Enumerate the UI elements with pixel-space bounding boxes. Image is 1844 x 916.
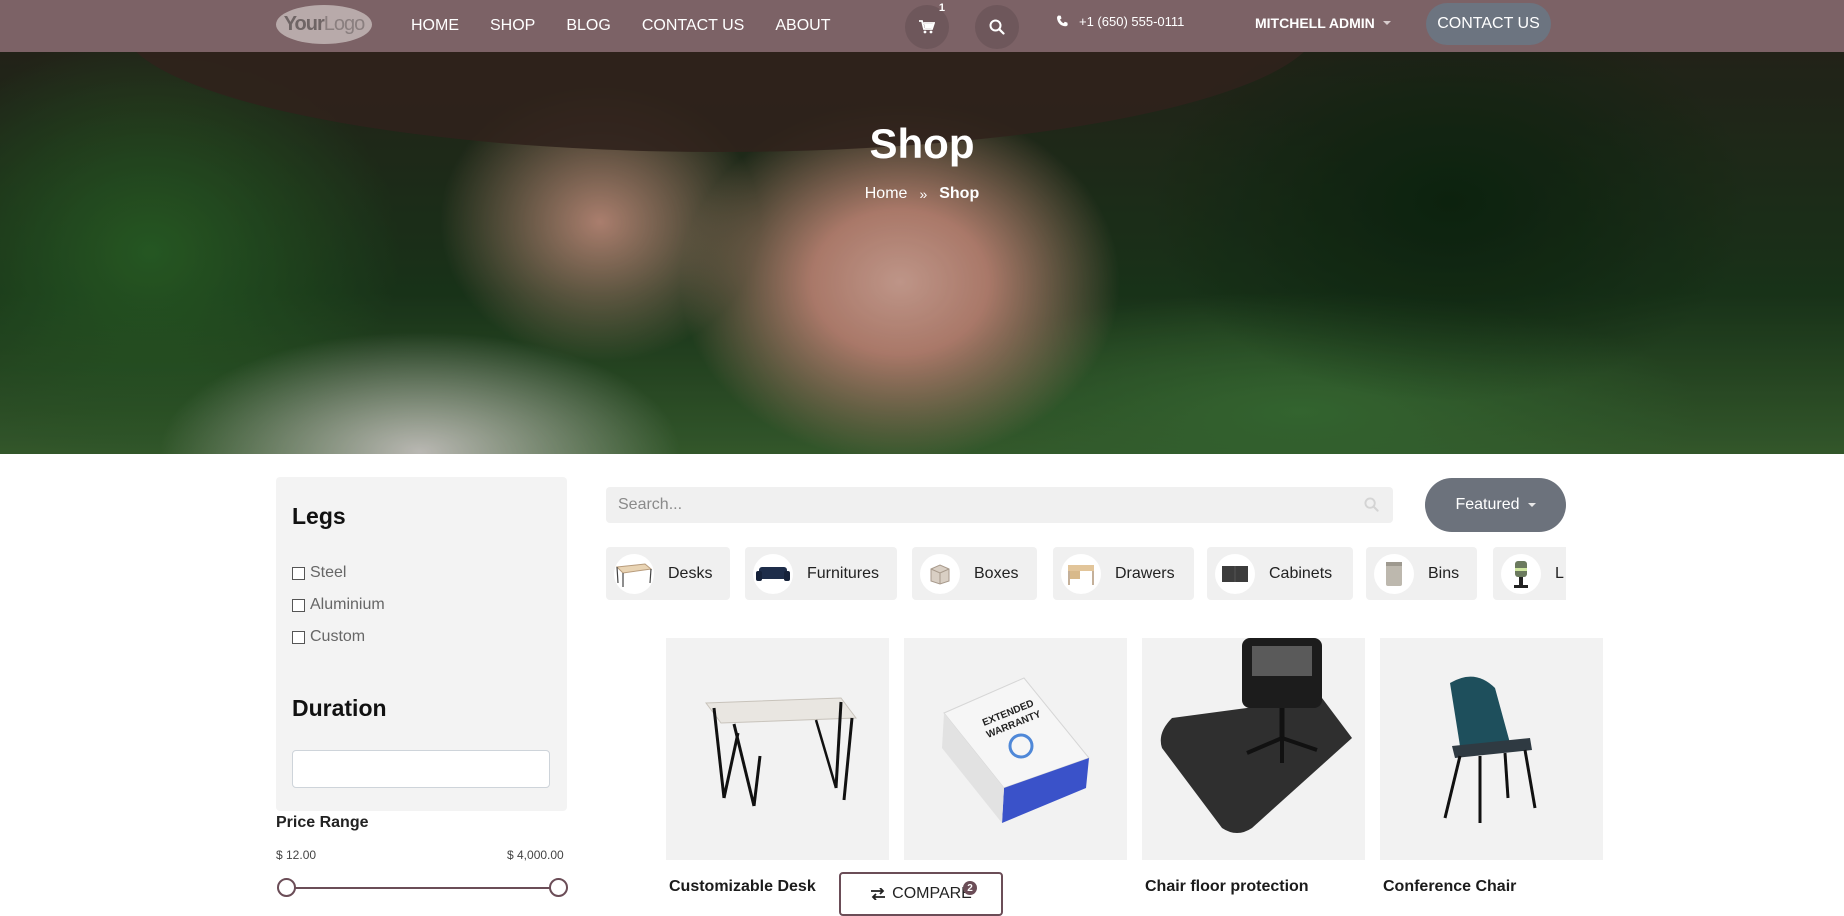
lamp-thumbnail-icon xyxy=(1501,553,1541,594)
product-name[interactable]: Conference Chair xyxy=(1383,878,1516,896)
nav-shop[interactable]: SHOP xyxy=(490,17,535,35)
sofa-thumbnail-icon xyxy=(753,553,793,594)
chevron-double-right-icon: » xyxy=(919,186,928,202)
checkbox[interactable] xyxy=(292,630,305,644)
nav-home[interactable]: HOME xyxy=(411,17,459,35)
category-carousel: Desks Furnitures Boxes Drawers Cabinets … xyxy=(606,547,1566,600)
chevron-down-icon xyxy=(1527,503,1536,507)
compare-count-badge: 2 xyxy=(963,881,977,895)
search-icon xyxy=(989,19,1005,35)
category-lamps[interactable]: L xyxy=(1493,547,1566,600)
box-thumbnail-icon xyxy=(920,553,960,594)
main-nav: HOME SHOP BLOG CONTACT US ABOUT xyxy=(411,0,830,52)
filter-legs-aluminium[interactable]: Aluminium xyxy=(292,596,385,614)
site-logo[interactable]: Your Logo xyxy=(276,5,372,44)
product-image-chair[interactable] xyxy=(1380,638,1603,860)
product-search-bar xyxy=(606,487,1393,523)
product-card[interactable]: Chair floor protection xyxy=(1142,638,1365,895)
breadcrumb: Home » Shop xyxy=(0,185,1844,203)
price-slider-max-handle[interactable] xyxy=(548,878,568,897)
checkbox[interactable] xyxy=(292,566,305,580)
product-name[interactable]: Chair floor protection xyxy=(1145,878,1309,896)
product-card[interactable]: Conference Chair xyxy=(1380,638,1603,895)
price-min-label: $ 12.00 xyxy=(276,848,317,862)
category-cabinets[interactable]: Cabinets xyxy=(1207,547,1353,600)
drawer-thumbnail-icon xyxy=(1061,553,1101,594)
category-drawers[interactable]: Drawers xyxy=(1053,547,1194,600)
compare-label: COMPARE xyxy=(892,885,972,902)
user-name: MITCHELL ADMIN xyxy=(1255,15,1375,31)
sort-dropdown[interactable]: Featured xyxy=(1425,478,1566,532)
price-range-slider[interactable] xyxy=(286,887,558,889)
contact-us-button[interactable]: CONTACT US xyxy=(1426,3,1551,45)
bin-thumbnail-icon xyxy=(1374,553,1414,594)
product-card[interactable]: Customizable Desk xyxy=(666,638,889,895)
cabinet-thumbnail-icon xyxy=(1215,553,1255,594)
cart-icon xyxy=(919,20,935,34)
cart-button[interactable]: 1 xyxy=(905,2,949,49)
phone-contact[interactable]: +1 (650) 555-0111 xyxy=(1056,14,1184,29)
phone-number: +1 (650) 555-0111 xyxy=(1079,14,1185,29)
nav-blog[interactable]: BLOG xyxy=(566,17,610,35)
filter-duration-title: Duration xyxy=(292,695,387,721)
price-max-label: $ 4,000.00 xyxy=(507,848,564,862)
category-furnitures[interactable]: Furnitures xyxy=(745,547,897,600)
page-title: Shop xyxy=(869,120,975,167)
price-range-title: Price Range xyxy=(276,814,369,831)
checkbox[interactable] xyxy=(292,598,305,612)
product-image-floor-mat[interactable] xyxy=(1142,638,1365,860)
user-menu-toggle[interactable]: MITCHELL ADMIN xyxy=(1255,15,1391,31)
exchange-arrows-icon xyxy=(871,888,886,900)
category-desks[interactable]: Desks xyxy=(606,547,730,600)
hero-banner: Shop Home » Shop xyxy=(0,52,1844,454)
product-image-desk[interactable] xyxy=(666,638,889,860)
compare-button[interactable]: COMPARE 2 xyxy=(839,872,1003,916)
search-toggle-button[interactable] xyxy=(975,5,1019,49)
duration-input[interactable] xyxy=(292,750,550,788)
price-slider-min-handle[interactable] xyxy=(276,878,296,897)
search-icon[interactable] xyxy=(1364,497,1379,512)
product-name[interactable]: Customizable Desk xyxy=(669,878,816,896)
category-boxes[interactable]: Boxes xyxy=(912,547,1037,600)
filter-legs-steel[interactable]: Steel xyxy=(292,564,346,582)
hero-overlay xyxy=(0,52,1844,454)
nav-about[interactable]: ABOUT xyxy=(775,17,830,35)
filter-legs-title: Legs xyxy=(292,503,346,529)
filter-legs-custom[interactable]: Custom xyxy=(292,628,365,646)
category-bins[interactable]: Bins xyxy=(1366,547,1477,600)
breadcrumb-current: Shop xyxy=(939,185,980,202)
phone-icon xyxy=(1057,15,1068,27)
product-search-input[interactable] xyxy=(618,496,1318,514)
breadcrumb-home[interactable]: Home xyxy=(865,185,908,203)
sort-label: Featured xyxy=(1455,496,1520,513)
filter-sidebar: Legs Steel Aluminium Custom Duration xyxy=(276,477,567,811)
top-navbar: Your Logo HOME SHOP BLOG CONTACT US ABOUT… xyxy=(0,0,1844,52)
product-image-warranty[interactable]: EXTENDED WARRANTY xyxy=(904,638,1127,860)
cart-count-badge: 1 xyxy=(938,2,945,14)
nav-contact-us[interactable]: CONTACT US xyxy=(642,17,745,35)
desk-thumbnail-icon xyxy=(614,553,654,594)
product-card[interactable]: EXTENDED WARRANTY xyxy=(904,638,1127,860)
chevron-down-icon xyxy=(1382,21,1391,25)
